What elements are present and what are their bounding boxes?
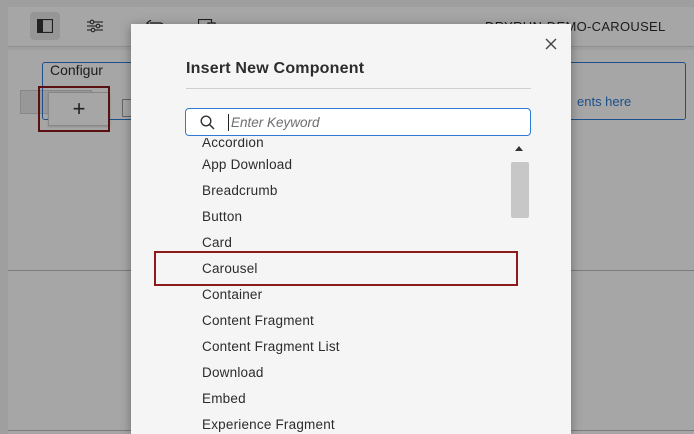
component-list-item[interactable]: Button	[202, 204, 340, 230]
component-list-item[interactable]: App Download	[202, 152, 340, 178]
scroll-up-arrow-icon[interactable]	[515, 146, 523, 151]
title-divider	[186, 88, 531, 89]
component-list-item[interactable]: Embed	[202, 386, 340, 412]
search-input[interactable]	[231, 112, 521, 132]
component-list-item[interactable]: Card	[202, 230, 340, 256]
component-list-item[interactable]: Content Fragment	[202, 308, 340, 334]
component-list-item[interactable]: Accordion	[202, 138, 340, 152]
dialog-title: Insert New Component	[186, 60, 365, 77]
component-list-item[interactable]: Experience Fragment	[202, 412, 340, 434]
search-field[interactable]	[185, 108, 531, 136]
search-icon	[200, 115, 215, 130]
list-scrollbar[interactable]	[510, 138, 530, 434]
component-list-item[interactable]: Container	[202, 282, 340, 308]
close-icon	[545, 38, 557, 50]
scroll-thumb[interactable]	[511, 162, 529, 218]
text-caret	[228, 114, 229, 131]
component-list-item[interactable]: Carousel	[202, 256, 340, 282]
insert-component-dialog: Insert New Component AccordionApp Downlo…	[131, 24, 571, 434]
close-button[interactable]	[541, 34, 561, 54]
component-list-item[interactable]: Breadcrumb	[202, 178, 340, 204]
component-list-item[interactable]: Content Fragment List	[202, 334, 340, 360]
component-list-item[interactable]: Download	[202, 360, 340, 386]
component-list: Accordion App Download Breadcrumb Button Car…	[131, 138, 511, 434]
